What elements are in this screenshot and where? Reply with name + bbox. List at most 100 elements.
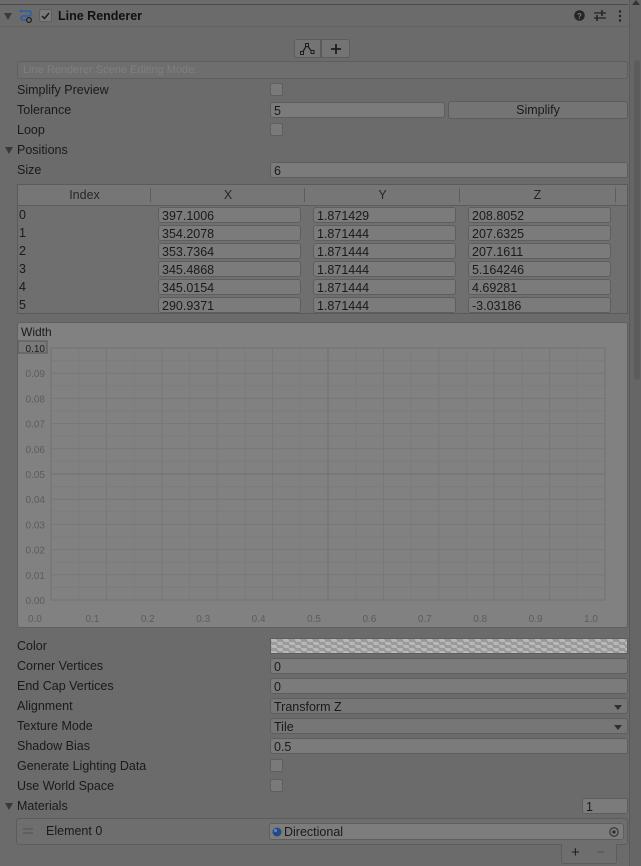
edit-points-icon bbox=[299, 43, 314, 55]
column-header-spacer bbox=[616, 185, 627, 205]
simplify-preview-label: Simplify Preview bbox=[17, 83, 109, 97]
use-world-space-checkbox[interactable] bbox=[270, 779, 283, 792]
y-tick-label: 0.09 bbox=[26, 369, 46, 380]
edit-points-button[interactable] bbox=[294, 39, 321, 58]
texture-mode-value: Tile bbox=[274, 720, 294, 734]
row-index: 3 bbox=[19, 262, 26, 276]
row-index: 5 bbox=[19, 298, 26, 312]
table-row: 4 345.0154 1.871444 4.69281 bbox=[18, 278, 627, 296]
position-z-input[interactable]: -3.03186 bbox=[468, 297, 611, 313]
material-element-label: Element 0 bbox=[46, 824, 103, 838]
x-tick-label: 0.0 bbox=[28, 614, 42, 625]
y-tick-label: 0.05 bbox=[26, 470, 46, 481]
add-element-button[interactable]: + bbox=[571, 844, 580, 861]
add-point-icon bbox=[330, 44, 341, 54]
position-x-input[interactable]: 353.7364 bbox=[158, 243, 301, 259]
collapse-arrow-icon[interactable] bbox=[4, 13, 12, 20]
position-z-input[interactable]: 208.8052 bbox=[468, 207, 611, 223]
material-object-field[interactable]: Directional bbox=[269, 823, 624, 840]
position-x-input[interactable]: 345.4868 bbox=[158, 261, 301, 277]
color-gradient-field[interactable] bbox=[270, 638, 628, 654]
position-y-input[interactable]: 1.871429 bbox=[313, 207, 456, 223]
positions-table: Index X Y Z 0 397.1006 1.871429 208.8052 1 35… bbox=[17, 184, 628, 314]
more-icon[interactable] bbox=[618, 10, 622, 22]
simplify-button[interactable]: Simplify bbox=[448, 101, 628, 119]
position-y-input[interactable]: 1.871444 bbox=[313, 261, 456, 277]
table-row: 2 353.7364 1.871444 207.1611 bbox=[18, 242, 627, 260]
x-tick-label: 0.6 bbox=[362, 614, 376, 625]
tolerance-label: Tolerance bbox=[17, 103, 72, 117]
y-tick-label: 0.04 bbox=[26, 495, 46, 506]
position-z-input[interactable]: 4.69281 bbox=[468, 279, 611, 295]
x-tick-label: 0.9 bbox=[529, 614, 543, 625]
end-cap-vertices-input[interactable]: 0 bbox=[270, 678, 628, 694]
color-label: Color bbox=[17, 639, 47, 653]
column-header-index[interactable]: Index bbox=[18, 185, 151, 205]
table-row: 0 397.1006 1.871429 208.8052 bbox=[18, 206, 627, 224]
positions-size-input[interactable]: 6 bbox=[270, 162, 628, 178]
object-picker-icon[interactable] bbox=[609, 827, 619, 837]
tolerance-input[interactable]: 5 bbox=[270, 102, 445, 118]
scroll-up-arrow-icon[interactable] bbox=[632, 0, 640, 5]
use-world-space-label: Use World Space bbox=[17, 779, 115, 793]
position-x-input[interactable]: 290.9371 bbox=[158, 297, 301, 313]
materials-foldout-icon[interactable] bbox=[5, 803, 13, 810]
y-tick-label: 0.01 bbox=[26, 571, 46, 582]
position-y-input[interactable]: 1.871444 bbox=[313, 225, 456, 241]
scrollbar-thumb[interactable] bbox=[634, 60, 640, 380]
chevron-down-icon bbox=[614, 705, 622, 710]
materials-list: Element 0 Directional bbox=[16, 818, 628, 845]
scene-editing-mode-field: Line Renderer Scene Editing Mode: bbox=[17, 61, 628, 79]
materials-label[interactable]: Materials bbox=[17, 797, 68, 815]
loop-checkbox[interactable] bbox=[270, 123, 283, 136]
positions-foldout-icon[interactable] bbox=[5, 147, 13, 154]
position-x-input[interactable]: 397.1006 bbox=[158, 207, 301, 223]
y-tick-label: 0.07 bbox=[26, 420, 46, 431]
y-tick-label: 0.02 bbox=[26, 546, 46, 557]
column-header-y[interactable]: Y bbox=[305, 185, 460, 205]
help-icon[interactable]: ? bbox=[574, 10, 585, 21]
presets-icon[interactable] bbox=[594, 10, 606, 21]
add-point-button[interactable] bbox=[321, 39, 350, 58]
component-header[interactable]: Line Renderer ? bbox=[0, 5, 628, 27]
texture-mode-dropdown[interactable]: Tile bbox=[270, 718, 628, 734]
svg-text:?: ? bbox=[577, 12, 582, 21]
y-tick-label: 0.03 bbox=[26, 520, 46, 531]
size-label: Size bbox=[17, 163, 42, 177]
position-y-input[interactable]: 1.871444 bbox=[313, 279, 456, 295]
chevron-down-icon bbox=[614, 725, 622, 730]
width-curve-chart[interactable]: 0.00 0.01 0.02 0.03 0.04 0.05 0.06 0.07 0.08 0.09… bbox=[18, 323, 627, 627]
position-z-input[interactable]: 5.164246 bbox=[468, 261, 611, 277]
y-tick-label: 0.08 bbox=[26, 394, 46, 405]
column-header-x[interactable]: X bbox=[151, 185, 305, 205]
position-x-input[interactable]: 354.2078 bbox=[158, 225, 301, 241]
position-x-input[interactable]: 345.0154 bbox=[158, 279, 301, 295]
row-index: 0 bbox=[19, 208, 26, 222]
width-curve-panel[interactable]: Width 0.00 0.01 0.02 0.03 0.04 0.05 0.06 0.07 0.… bbox=[17, 322, 628, 628]
x-tick-label: 0.5 bbox=[307, 614, 321, 625]
position-y-input[interactable]: 1.871444 bbox=[313, 297, 456, 313]
shadow-bias-label: Shadow Bias bbox=[17, 739, 90, 753]
row-index: 4 bbox=[19, 280, 26, 294]
drag-handle-icon[interactable] bbox=[23, 828, 33, 834]
alignment-dropdown[interactable]: Transform Z bbox=[270, 698, 628, 714]
x-tick-label: 0.1 bbox=[85, 614, 99, 625]
list-footer: + − bbox=[561, 844, 617, 864]
shadow-bias-input[interactable]: 0.5 bbox=[270, 738, 628, 754]
remove-element-button[interactable]: − bbox=[596, 844, 605, 861]
end-cap-vertices-label: End Cap Vertices bbox=[17, 679, 114, 693]
materials-count-input[interactable]: 1 bbox=[582, 798, 628, 814]
x-tick-label: 0.8 bbox=[473, 614, 487, 625]
x-tick-label: 1.0 bbox=[584, 614, 598, 625]
position-y-input[interactable]: 1.871444 bbox=[313, 243, 456, 259]
generate-lighting-checkbox[interactable] bbox=[270, 759, 283, 772]
column-header-z[interactable]: Z bbox=[460, 185, 615, 205]
simplify-preview-checkbox[interactable] bbox=[270, 83, 283, 96]
component-enabled-checkbox[interactable] bbox=[39, 9, 52, 22]
component-title: Line Renderer bbox=[58, 9, 143, 23]
positions-label[interactable]: Positions bbox=[17, 141, 68, 159]
position-z-input[interactable]: 207.1611 bbox=[468, 243, 611, 259]
position-z-input[interactable]: 207.6325 bbox=[468, 225, 611, 241]
corner-vertices-input[interactable]: 0 bbox=[270, 658, 628, 674]
table-row: 5 290.9371 1.871444 -3.03186 bbox=[18, 296, 627, 314]
